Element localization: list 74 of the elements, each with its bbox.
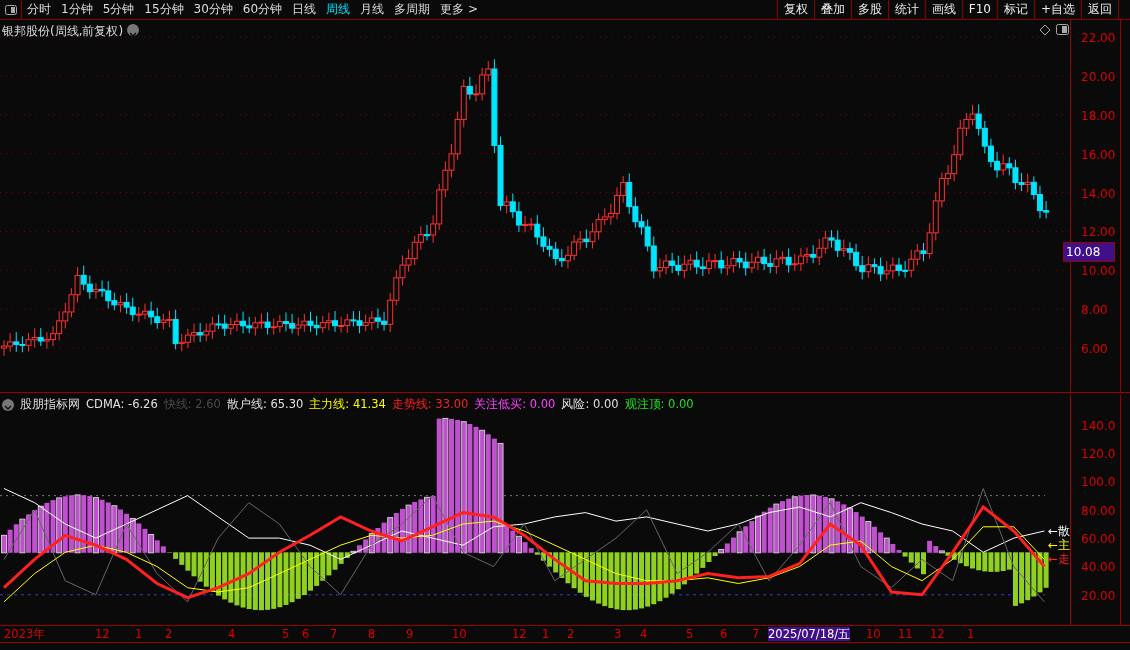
time-axis-label: 1: [967, 627, 975, 641]
toolbar-button[interactable]: +自选: [1033, 0, 1081, 19]
time-axis-label: 12: [930, 627, 945, 641]
toolbar-button[interactable]: 画线: [924, 0, 962, 19]
toolbar-button[interactable]: 标记: [996, 0, 1034, 19]
legend-item: 风险: 0.00: [561, 396, 619, 413]
time-axis-label: 2023年: [4, 627, 46, 641]
price-tick-label: 8.00: [1081, 302, 1108, 320]
toolbar-button[interactable]: 叠加: [813, 0, 851, 19]
time-axis-label: 5: [686, 627, 694, 641]
indicator-tick-label: 140.0: [1081, 417, 1116, 435]
period-tab[interactable]: 1分钟: [56, 0, 98, 19]
period-tab[interactable]: 30分钟: [188, 0, 238, 19]
toolbar-button[interactable]: 复权: [776, 0, 814, 19]
time-axis-label: 3: [614, 627, 622, 641]
time-axis-label: 12: [512, 627, 527, 641]
price-tick-label: 22.00: [1081, 30, 1116, 47]
price-tick-label: 12.00: [1081, 224, 1116, 242]
panel-toggle-icon[interactable]: [1056, 24, 1069, 35]
time-axis-label: 2: [165, 627, 173, 641]
time-axis-label: 7: [752, 627, 760, 641]
price-tick-label: 10.00: [1081, 263, 1116, 281]
indicator-tick-label: 20.00: [1081, 587, 1116, 605]
indicator-tick-label: 120.0: [1081, 446, 1116, 464]
period-tab[interactable]: 分时: [22, 0, 56, 19]
indicator-name: 股朋指标网: [20, 396, 80, 413]
time-axis-label: 10: [866, 627, 881, 641]
period-tab[interactable]: 15分钟: [139, 0, 189, 19]
indicator-tick-label: 40.00: [1081, 559, 1116, 577]
toolbar-button[interactable]: 统计: [887, 0, 925, 19]
time-axis-label: 7: [330, 627, 338, 641]
period-tab[interactable]: 日线: [287, 0, 322, 19]
time-axis-label: 9: [406, 627, 414, 641]
legend-item: 观注顶: 0.00: [624, 396, 694, 413]
time-axis-label: 5: [282, 627, 290, 641]
time-axis-label: 2025/07/18/五: [768, 627, 851, 641]
toolbar-button[interactable]: F10: [961, 0, 997, 19]
period-tab[interactable]: 多周期: [389, 0, 436, 19]
time-axis-label: 11: [898, 627, 913, 641]
time-axis-label: 8: [368, 627, 376, 641]
legend-item: 走势线: 33.00: [391, 396, 469, 413]
time-axis-label: 6: [720, 627, 728, 641]
diamond-icon[interactable]: [1039, 24, 1051, 36]
period-tab[interactable]: 更多 >: [435, 0, 483, 19]
time-axis-label: 4: [640, 627, 648, 641]
indicator-tick-label: 60.00: [1081, 531, 1116, 549]
time-axis-label: 6: [302, 627, 310, 641]
time-axis-label: 10: [452, 627, 467, 641]
legend-item: 主力线: 41.34: [309, 396, 386, 413]
price-tick-label: 16.00: [1081, 146, 1116, 164]
period-tab[interactable]: 5分钟: [97, 0, 140, 19]
stock-title: 银邦股份(周线,前复权): [2, 24, 124, 38]
dropdown-icon[interactable]: [127, 24, 139, 36]
legend-item: 快线: 2.60: [163, 396, 221, 413]
indicator-tick-label: 80.00: [1081, 502, 1116, 520]
price-tick-label: 6.00: [1081, 341, 1108, 359]
price-tick-label: 20.00: [1081, 68, 1116, 86]
toolbar-button[interactable]: 多股: [850, 0, 888, 19]
time-axis-label: 1: [542, 627, 550, 641]
legend-item: 散户线: 65.30: [226, 396, 304, 413]
legend-item: CDMA: -6.26: [86, 396, 158, 413]
current-price-label: 10.08: [1063, 241, 1115, 262]
dropdown-icon[interactable]: [2, 398, 14, 411]
price-tick-label: 14.00: [1081, 185, 1116, 203]
period-tab[interactable]: 60分钟: [237, 0, 288, 19]
time-axis-label: 1: [135, 627, 143, 641]
time-axis-label: 2: [567, 627, 575, 641]
indicator-tick-label: 100.0: [1081, 474, 1116, 492]
time-axis-label: 4: [228, 627, 236, 641]
period-tab[interactable]: 周线: [321, 0, 356, 19]
legend-item: 关注低买: 0.00: [474, 396, 556, 413]
price-tick-label: 18.00: [1081, 107, 1116, 125]
time-axis-label: 12: [95, 627, 110, 641]
period-tab[interactable]: 月线: [355, 0, 390, 19]
